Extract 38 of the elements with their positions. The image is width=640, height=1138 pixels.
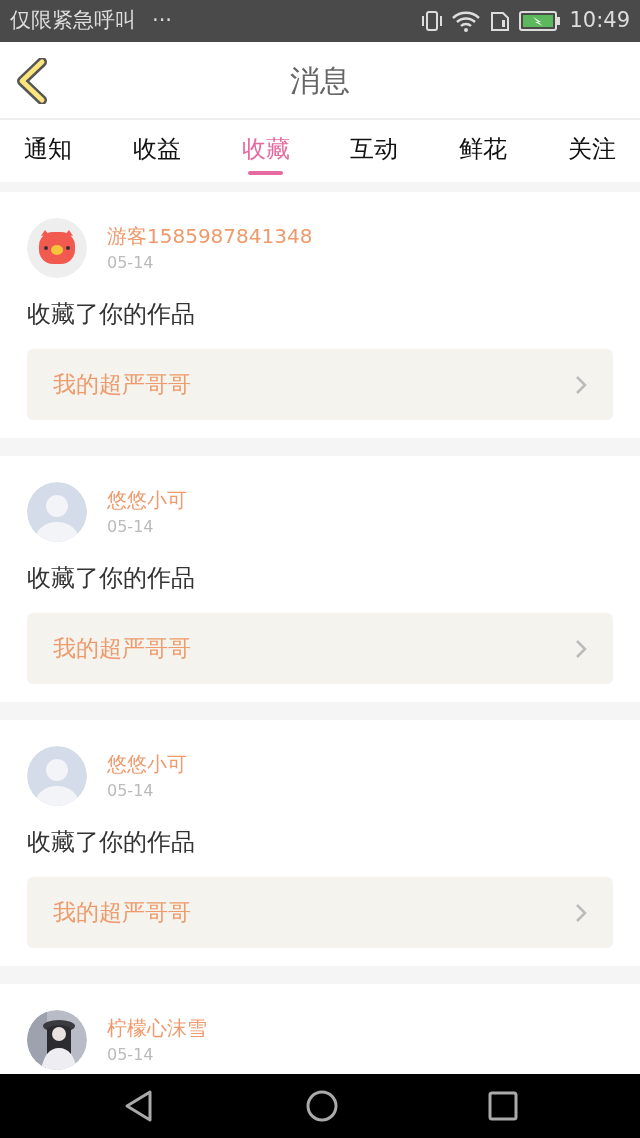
message-text: 收藏了你的作品: [27, 299, 196, 330]
work-link[interactable]: 我的超严哥哥: [53, 367, 191, 402]
tab[interactable]: 通知: [24, 120, 72, 182]
sim-icon: [489, 9, 512, 33]
user-name[interactable]: 悠悠小可: [107, 749, 187, 779]
work-link[interactable]: 我的超严哥哥: [53, 895, 191, 930]
tab[interactable]: 鲜花: [459, 120, 508, 182]
more-text: ···: [152, 7, 173, 35]
tab[interactable]: 关注: [568, 120, 616, 182]
vibrate-icon: [421, 9, 444, 33]
message-text: 收藏了你的作品: [27, 563, 196, 594]
chevron-right-icon: [575, 638, 587, 659]
message-date: 05-14: [107, 780, 155, 802]
page-title: 消息: [290, 61, 350, 100]
carrier-text: 仅限紧急呼叫: [10, 7, 136, 35]
back-button[interactable]: [14, 58, 48, 104]
work-card[interactable]: 我的超严哥哥: [27, 613, 613, 684]
user-name[interactable]: 柠檬心沫雪: [107, 1013, 207, 1043]
chevron-right-icon: [575, 902, 587, 923]
clock-text: 10:49: [569, 7, 630, 35]
battery-icon: [519, 10, 562, 32]
pig-avatar-icon: [27, 218, 87, 278]
tab[interactable]: 互动: [350, 120, 399, 182]
work-card[interactable]: 我的超严哥哥: [27, 349, 613, 420]
message-text: 收藏了你的作品: [27, 827, 196, 858]
message-date: 05-14: [107, 516, 155, 538]
user-name[interactable]: 悠悠小可: [107, 485, 187, 515]
message-date: 05-14: [107, 252, 155, 274]
chevron-right-icon: [575, 374, 587, 395]
home-nav-icon[interactable]: [305, 1089, 339, 1123]
wifi-icon: [451, 9, 482, 33]
user-name[interactable]: 游客1585987841348: [107, 221, 313, 251]
recents-nav-icon[interactable]: [487, 1091, 518, 1121]
message-date: 05-14: [107, 1044, 155, 1066]
work-link[interactable]: 我的超严哥哥: [53, 631, 191, 666]
tab[interactable]: 收藏: [241, 120, 290, 182]
tab[interactable]: 收益: [132, 120, 181, 182]
work-card[interactable]: 我的超严哥哥: [27, 877, 613, 948]
